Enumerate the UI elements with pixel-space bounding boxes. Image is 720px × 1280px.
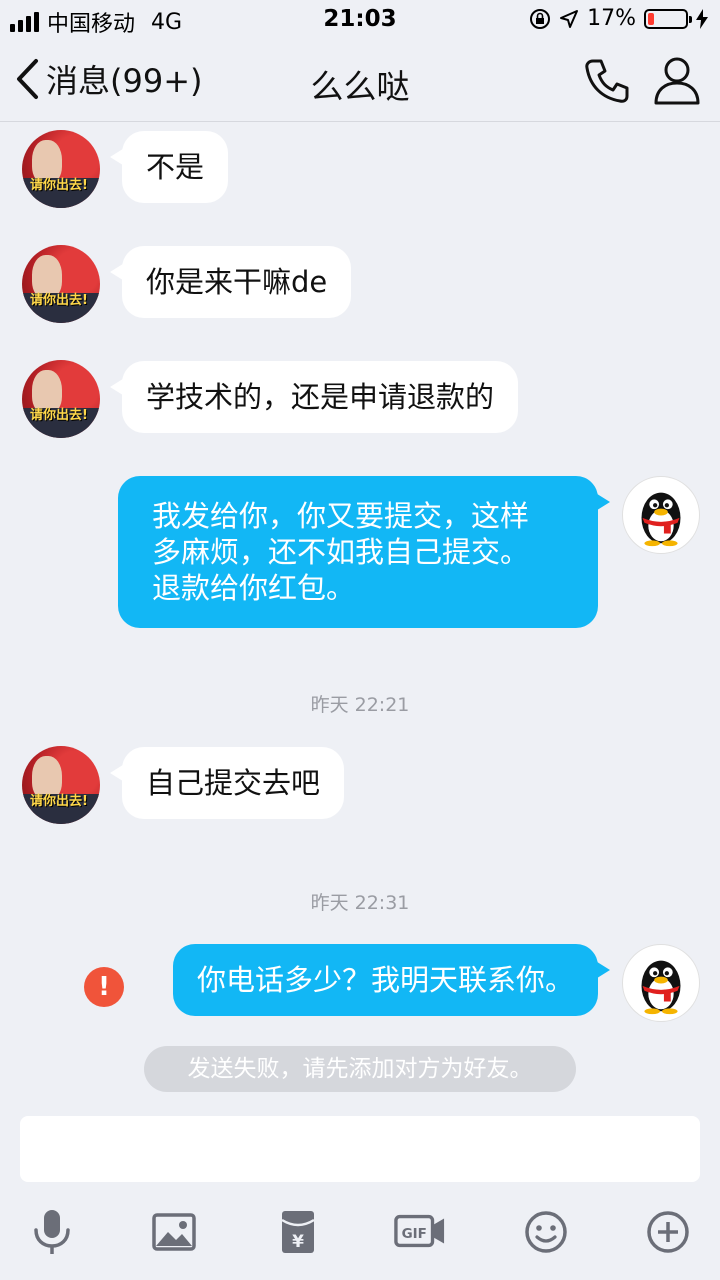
image-icon bbox=[152, 1213, 196, 1251]
incoming-message[interactable]: 不是 bbox=[109, 131, 229, 203]
svg-text:¥: ¥ bbox=[292, 1232, 304, 1252]
incoming-message[interactable]: 自己提交去吧 bbox=[109, 747, 345, 819]
outgoing-message[interactable]: 我发给你，你又要提交，这样 多麻烦，还不如我自己提交。 退款给你红包。 bbox=[118, 476, 610, 628]
send-failed-notice: 发送失败，请先添加对方为好友。 bbox=[144, 1046, 576, 1092]
timestamp: 昨天 22:31 bbox=[310, 892, 410, 914]
svg-text:GIF: GIF bbox=[402, 1226, 427, 1242]
penguin-icon bbox=[641, 960, 681, 1015]
peer-avatar[interactable]: 请你出去! bbox=[22, 360, 100, 438]
my-avatar[interactable] bbox=[622, 944, 700, 1022]
timestamp: 昨天 22:21 bbox=[310, 694, 410, 716]
avatar-caption: 请你出去! bbox=[30, 293, 88, 308]
emoji-icon bbox=[525, 1211, 567, 1253]
microphone-button[interactable] bbox=[26, 1206, 78, 1258]
avatar-caption: 请你出去! bbox=[30, 408, 88, 423]
send-failed-icon[interactable]: ! bbox=[84, 967, 124, 1007]
plus-button[interactable] bbox=[642, 1206, 694, 1258]
message-line: 我发给你，你又要提交，这样 bbox=[152, 499, 530, 533]
avatar-caption: 请你出去! bbox=[30, 794, 88, 809]
outgoing-message[interactable]: 你电话多少？我明天联系你。 bbox=[172, 944, 611, 1016]
input-toolbar: ¥ GIF bbox=[0, 1196, 720, 1280]
message-line: 多麻烦，还不如我自己提交。 bbox=[152, 535, 530, 569]
emoji-button[interactable] bbox=[520, 1206, 572, 1258]
battery-percent: 17% bbox=[587, 6, 636, 31]
nav-bar: 消息(99+) 么么哒 bbox=[0, 40, 720, 122]
battery-icon bbox=[644, 8, 692, 29]
gif-icon: GIF bbox=[394, 1214, 445, 1248]
avatar-caption: 请你出去! bbox=[30, 178, 88, 193]
rotation-lock-icon bbox=[530, 8, 551, 29]
message-input[interactable] bbox=[20, 1116, 700, 1182]
incoming-message[interactable]: 学技术的，还是申请退款的 bbox=[109, 361, 519, 433]
peer-avatar[interactable]: 请你出去! bbox=[22, 245, 100, 323]
location-icon bbox=[560, 9, 579, 28]
charging-icon bbox=[696, 8, 708, 29]
plus-icon bbox=[647, 1211, 689, 1253]
chat-area[interactable]: 请你出去! 不是 请你出去! 你是来干嘛de 请你出去! 学技术的，还是申请退款… bbox=[0, 122, 720, 1112]
red-packet-icon: ¥ bbox=[281, 1211, 315, 1253]
status-bar: 中国移动 4G 21:03 17% bbox=[0, 0, 720, 40]
incoming-message[interactable]: 你是来干嘛de bbox=[109, 246, 352, 318]
my-avatar[interactable] bbox=[622, 476, 700, 554]
peer-avatar[interactable]: 请你出去! bbox=[22, 746, 100, 824]
phone-call-icon[interactable] bbox=[582, 56, 632, 106]
gif-button[interactable]: GIF bbox=[394, 1206, 448, 1258]
peer-avatar[interactable]: 请你出去! bbox=[22, 130, 100, 208]
image-button[interactable] bbox=[148, 1206, 200, 1258]
microphone-icon bbox=[34, 1210, 70, 1254]
profile-icon[interactable] bbox=[652, 54, 702, 106]
red-packet-button[interactable]: ¥ bbox=[272, 1206, 324, 1258]
message-line: 退款给你红包。 bbox=[152, 571, 356, 605]
penguin-icon bbox=[641, 492, 681, 547]
